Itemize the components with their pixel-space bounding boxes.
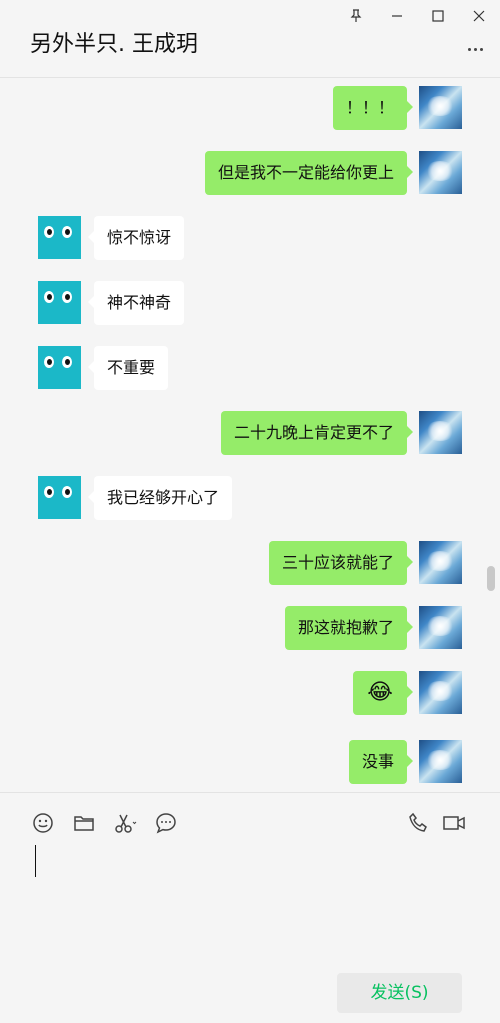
message-row: 不重要: [0, 346, 500, 392]
folder-icon[interactable]: [72, 811, 96, 835]
message-row: 神不神奇: [0, 281, 500, 327]
scissors-icon[interactable]: [113, 811, 137, 835]
avatar[interactable]: [38, 476, 81, 519]
chat-header: 另外半只. 王成玥: [0, 0, 500, 78]
phone-icon[interactable]: [407, 811, 431, 835]
emoji-icon[interactable]: [31, 811, 55, 835]
message-bubble[interactable]: 神不神奇: [87, 281, 185, 325]
message-bubble[interactable]: 我已经够开心了: [87, 476, 233, 520]
minimize-icon[interactable]: [386, 5, 408, 27]
avatar[interactable]: [419, 411, 462, 454]
more-icon[interactable]: [468, 44, 488, 54]
message-bubble[interactable]: 但是我不一定能给你更上: [204, 151, 414, 195]
send-button[interactable]: 发送(S): [337, 973, 462, 1013]
message-bubble[interactable]: 惊不惊讶: [87, 216, 185, 260]
message-bubble[interactable]: 😂: [353, 671, 413, 715]
message-bubble[interactable]: ！！！: [332, 86, 414, 130]
message-bubble[interactable]: 不重要: [87, 346, 169, 390]
pin-icon[interactable]: [345, 5, 367, 27]
message-input[interactable]: [35, 845, 36, 877]
avatar[interactable]: [38, 346, 81, 389]
message-row: 惊不惊讶: [0, 216, 500, 262]
message-bubble[interactable]: 那这就抱歉了: [284, 606, 414, 650]
chat-history-icon[interactable]: [154, 811, 178, 835]
message-bubble[interactable]: 二十九晚上肯定更不了: [220, 411, 414, 455]
avatar[interactable]: [38, 281, 81, 324]
scrollbar-thumb[interactable]: [487, 566, 495, 591]
avatar[interactable]: [419, 86, 462, 129]
message-row: 我已经够开心了: [0, 476, 500, 522]
composer: 发送(S): [0, 792, 500, 1023]
message-list[interactable]: ！！！ 但是我不一定能给你更上 惊不惊讶 神不神奇 不重要 二十九晚上肯定更不了…: [0, 78, 500, 792]
message-bubble[interactable]: 没事: [348, 740, 414, 784]
avatar[interactable]: [419, 606, 462, 649]
message-row: ！！！: [0, 86, 500, 132]
message-row: 😂: [0, 671, 500, 717]
message-row: 但是我不一定能给你更上: [0, 151, 500, 197]
avatar[interactable]: [419, 541, 462, 584]
message-row: 那这就抱歉了: [0, 606, 500, 652]
avatar[interactable]: [419, 740, 462, 783]
avatar[interactable]: [419, 151, 462, 194]
message-row: 三十应该就能了: [0, 541, 500, 587]
close-icon[interactable]: [468, 5, 490, 27]
avatar[interactable]: [419, 671, 462, 714]
message-row: 没事: [0, 740, 500, 786]
video-icon[interactable]: [442, 811, 466, 835]
message-bubble[interactable]: 三十应该就能了: [268, 541, 414, 585]
maximize-icon[interactable]: [427, 5, 449, 27]
message-row: 二十九晚上肯定更不了: [0, 411, 500, 457]
chat-title: 另外半只. 王成玥: [30, 32, 198, 57]
avatar[interactable]: [38, 216, 81, 259]
